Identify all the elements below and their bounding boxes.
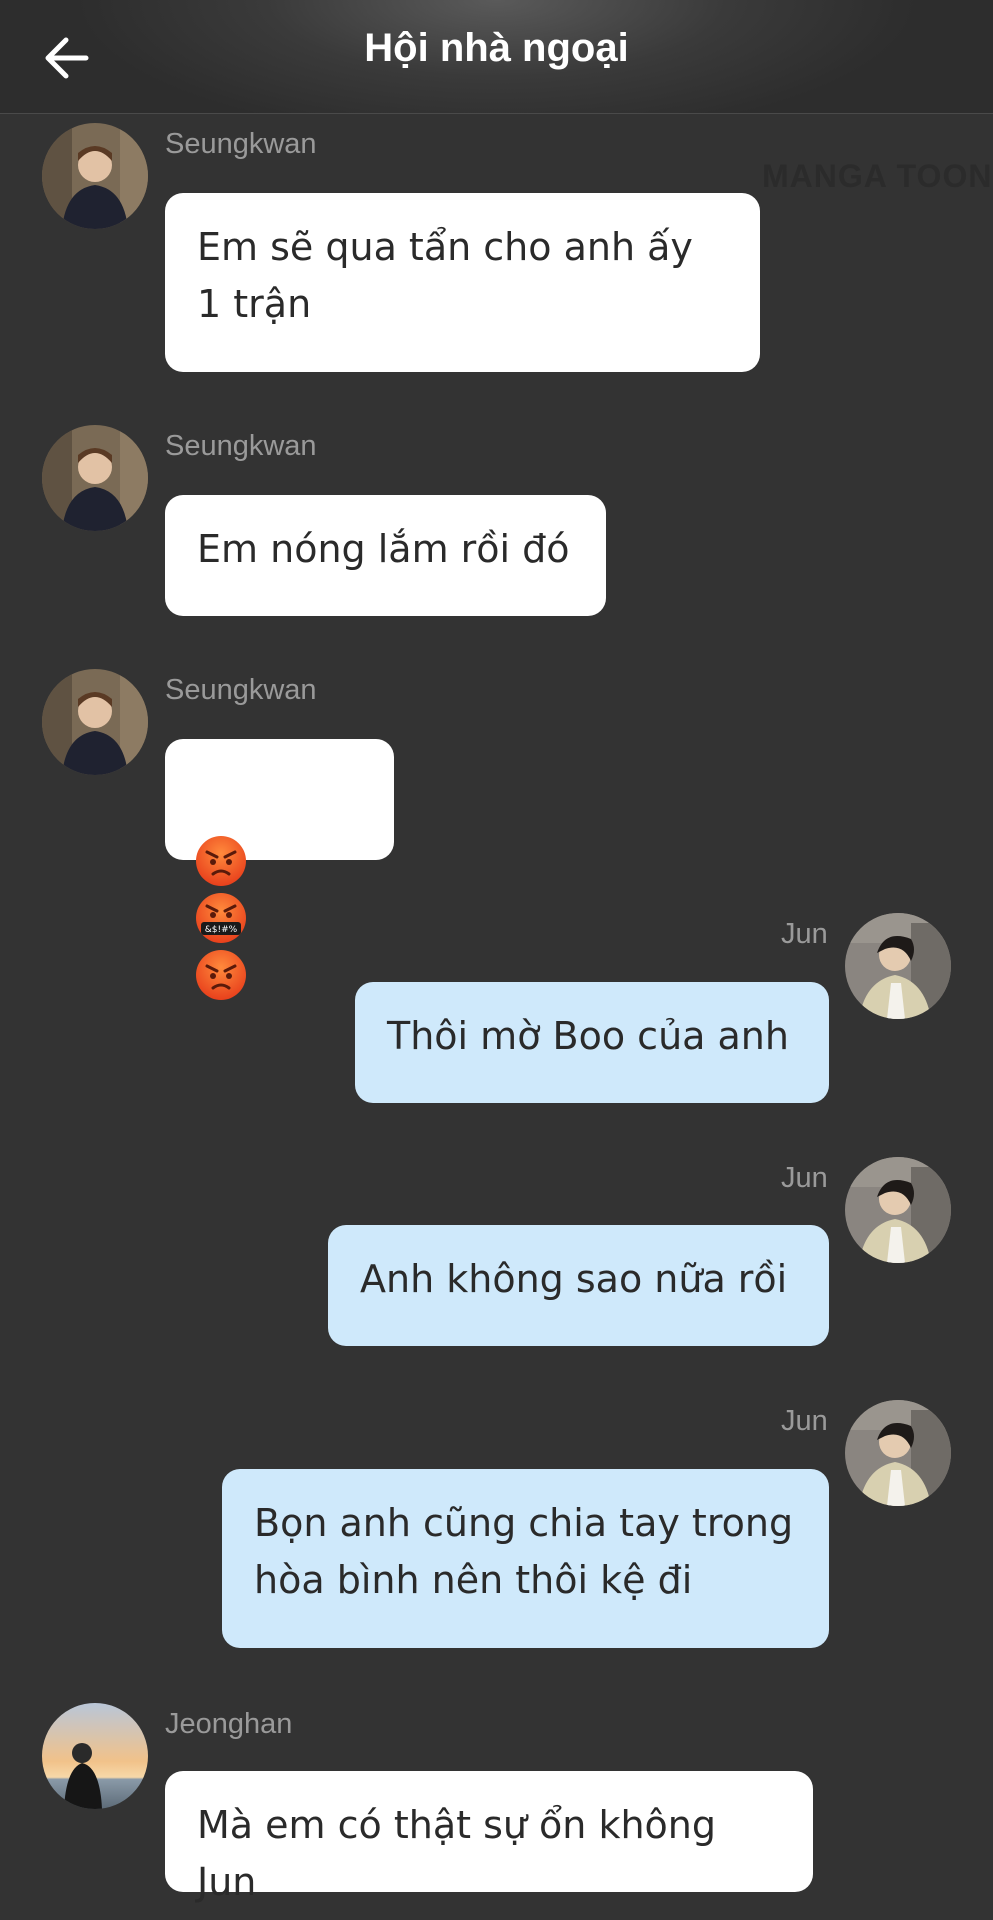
avatar-jeonghan[interactable] <box>42 1703 148 1809</box>
sender-name: Jun <box>781 1405 828 1437</box>
angry-face-icon <box>196 949 246 1000</box>
watermark: MANGA TOON <box>762 158 993 194</box>
avatar-seungkwan[interactable] <box>42 425 148 531</box>
message-bubble[interactable]: Anh không sao nữa rồi <box>328 1225 829 1346</box>
sender-name: Seungkwan <box>165 128 317 160</box>
message-bubble[interactable]: Bọn anh cũng chia tay trong hòa bình nên… <box>222 1469 829 1648</box>
sender-name: Seungkwan <box>165 674 317 706</box>
message-bubble[interactable]: Em nóng lắm rồi đó <box>165 495 606 616</box>
avatar-seungkwan[interactable] <box>42 123 148 229</box>
avatar-jun[interactable] <box>845 1400 951 1506</box>
chat-header: Hội nhà ngoại <box>0 0 993 114</box>
sender-name: Jun <box>781 1162 828 1194</box>
message-bubble[interactable]: Em sẽ qua tẩn cho anh ấy 1 trận <box>165 193 760 372</box>
sender-name: Jeonghan <box>165 1708 293 1740</box>
face-with-symbols-on-mouth-icon: &$!#% <box>196 892 246 943</box>
svg-text:&$!#%: &$!#% <box>205 925 238 935</box>
avatar-jun[interactable] <box>845 913 951 1019</box>
message-bubble[interactable]: Thôi mờ Boo của anh <box>355 982 829 1103</box>
angry-face-icon <box>196 835 246 886</box>
message-bubble[interactable]: Mà em có thật sự ổn không Jun <box>165 1771 813 1904</box>
chat-title: Hội nhà ngoại <box>364 26 629 70</box>
sender-name: Jun <box>781 918 828 950</box>
message-bubble-emojis[interactable]: &$!#% <box>165 739 394 1000</box>
avatar-jun[interactable] <box>845 1157 951 1263</box>
sender-name: Seungkwan <box>165 430 317 462</box>
avatar-seungkwan[interactable] <box>42 669 148 775</box>
